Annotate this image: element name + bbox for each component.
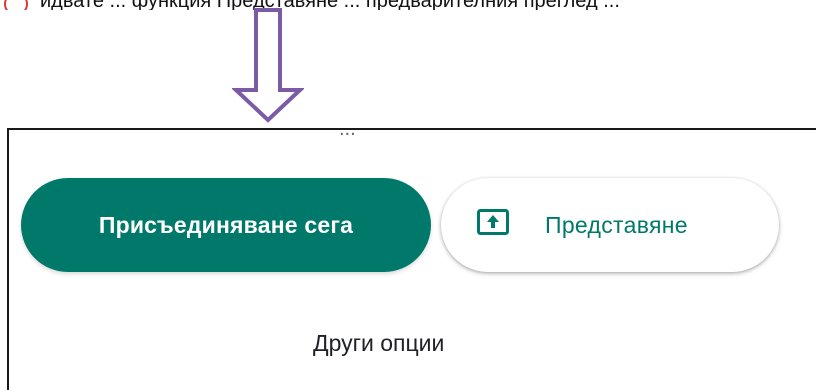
step-number-marker — [4, 0, 28, 10]
present-label: Представяне — [545, 212, 688, 238]
top-instruction-text: идвате ... функция Представяне ... предв… — [40, 0, 620, 10]
join-now-label: Присъединяване сега — [98, 211, 354, 238]
meet-screenshot-panel: ... Присъединяване сега Представяне Друг… — [7, 128, 816, 390]
join-now-button[interactable]: Присъединяване сега — [21, 178, 431, 272]
down-arrow-icon — [232, 8, 304, 123]
panel-top-text-fragment: ... — [339, 128, 356, 140]
present-screen-icon — [477, 209, 509, 235]
present-button[interactable]: Представяне — [441, 178, 779, 272]
top-text-strip: идвате ... функция Представяне ... предв… — [0, 0, 816, 10]
other-options-link[interactable]: Други опции — [313, 330, 444, 357]
